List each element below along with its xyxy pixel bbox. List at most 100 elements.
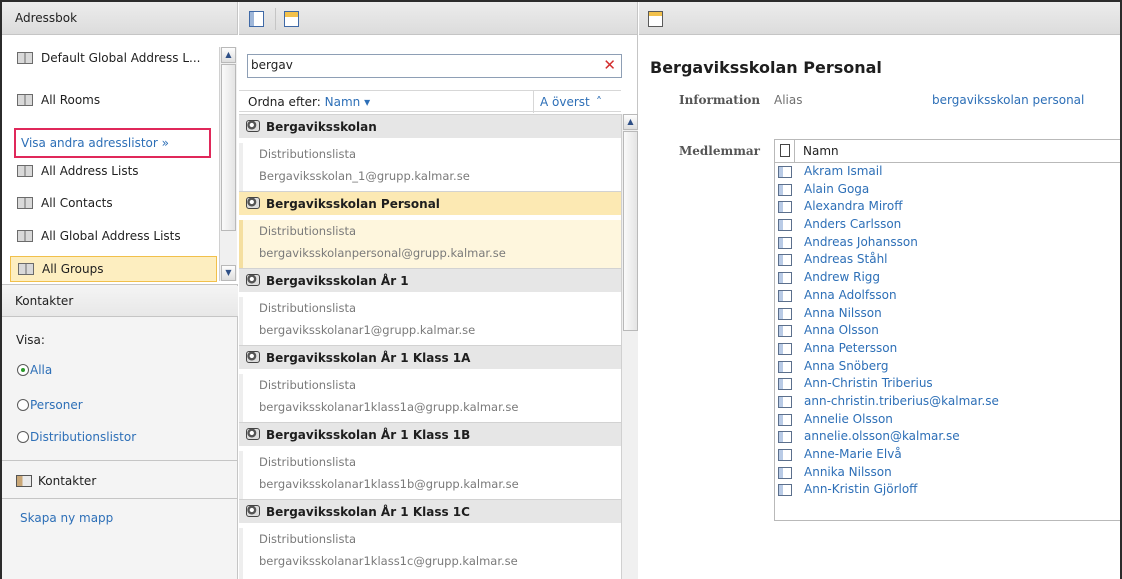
toolbar-divider: [275, 8, 276, 30]
list-item[interactable]: Bergaviksskolan År 1 Klass 1B Distributi…: [239, 422, 621, 504]
alias-label: Alias: [774, 93, 803, 107]
member-name[interactable]: Akram Ismail: [804, 163, 882, 181]
reading-pane-icon[interactable]: [249, 11, 264, 27]
sort-order-toggle[interactable]: A överst ˄: [533, 91, 621, 113]
member-name[interactable]: Anna Snöberg: [804, 358, 889, 376]
member-name[interactable]: Alexandra Miroff: [804, 198, 902, 216]
list-item-name: Bergaviksskolan År 1: [266, 274, 409, 288]
detail-pane: Bergaviksskolan Personal Information Ali…: [639, 2, 1120, 579]
results-scrollbar[interactable]: ▲: [621, 114, 638, 579]
list-item-type: Distributionslista: [259, 301, 357, 315]
table-row[interactable]: Anna Adolfsson: [775, 287, 1120, 305]
member-name[interactable]: ann-christin.triberius@kalmar.se: [804, 393, 999, 411]
table-row[interactable]: annelie.olsson@kalmar.se: [775, 428, 1120, 446]
table-row[interactable]: Ann-Christin Triberius: [775, 375, 1120, 393]
name-column-header[interactable]: Namn: [803, 140, 839, 162]
address-list-item-all-address-lists[interactable]: All Address Lists: [10, 159, 217, 185]
filter-all-radio[interactable]: Alla: [17, 361, 52, 379]
contacts-folder-label: Kontakter: [38, 474, 97, 488]
scroll-up-icon[interactable]: ▲: [221, 47, 236, 63]
member-name[interactable]: Ann-Kristin Gjörloff: [804, 481, 917, 499]
member-name[interactable]: Anna Nilsson: [804, 305, 882, 323]
list-item[interactable]: Bergaviksskolan År 1 Distributionslista b…: [239, 268, 621, 350]
address-book-header: Adressbok: [2, 2, 237, 35]
distribution-list-icon: [246, 197, 260, 209]
members-table: Namn Akram Ismail Alain Goga Alexandra Mir…: [774, 139, 1120, 521]
table-row[interactable]: Annika Nilsson: [775, 464, 1120, 482]
table-row[interactable]: Annelie Olsson: [775, 411, 1120, 429]
scroll-up-icon[interactable]: ▲: [623, 114, 638, 130]
address-list-item-all-contacts[interactable]: All Contacts: [10, 191, 217, 217]
member-name[interactable]: Annelie Olsson: [804, 411, 893, 429]
add-to-contacts-icon[interactable]: [648, 11, 663, 27]
table-row[interactable]: Anna Petersson: [775, 340, 1120, 358]
table-row[interactable]: Andrew Rigg: [775, 269, 1120, 287]
radio-unchecked-icon: [17, 431, 29, 443]
member-name[interactable]: Andrew Rigg: [804, 269, 880, 287]
table-row[interactable]: Anna Olsson: [775, 322, 1120, 340]
distribution-list-icon: [246, 428, 260, 440]
clear-search-icon[interactable]: ✕: [603, 56, 616, 74]
address-list-item-all-global-address-lists[interactable]: All Global Address Lists: [10, 224, 217, 250]
address-list-item-default-global[interactable]: Default Global Address L...: [10, 46, 217, 72]
divider: [2, 460, 238, 461]
contact-card-icon: [778, 466, 792, 479]
member-name[interactable]: Anna Petersson: [804, 340, 897, 358]
scroll-down-icon[interactable]: ▼: [221, 265, 236, 281]
sort-field-dropdown[interactable]: Namn ▾: [325, 95, 370, 109]
table-row[interactable]: Ann-Kristin Gjörloff: [775, 481, 1120, 499]
address-list-scrollbar[interactable]: ▲ ▼: [219, 47, 237, 281]
filter-persons-radio[interactable]: Personer: [17, 396, 83, 414]
table-row[interactable]: Anne-Marie Elvå: [775, 446, 1120, 464]
member-name[interactable]: Andreas Johansson: [804, 234, 918, 252]
show-other-address-lists-link[interactable]: Visa andra adresslistor »: [14, 128, 211, 158]
member-name[interactable]: Alain Goga: [804, 181, 869, 199]
address-list-label: All Address Lists: [41, 164, 139, 178]
address-list-label: Default Global Address L...: [41, 51, 201, 65]
table-row[interactable]: Anna Nilsson: [775, 305, 1120, 323]
member-name[interactable]: Anne-Marie Elvå: [804, 446, 902, 464]
member-name[interactable]: Ann-Christin Triberius: [804, 375, 933, 393]
document-icon: [780, 144, 790, 157]
filter-distribution-lists-radio[interactable]: Distributionslistor: [17, 428, 136, 446]
member-name[interactable]: Annika Nilsson: [804, 464, 892, 482]
distribution-list-icon: [246, 120, 260, 132]
table-row[interactable]: Andreas Ståhl: [775, 251, 1120, 269]
member-name[interactable]: Andreas Ståhl: [804, 251, 888, 269]
list-item[interactable]: Bergaviksskolan År 1 Klass 1C Distributi…: [239, 499, 621, 579]
table-row[interactable]: Anna Snöberg: [775, 358, 1120, 376]
member-name[interactable]: annelie.olsson@kalmar.se: [804, 428, 960, 446]
table-row[interactable]: ann-christin.triberius@kalmar.se: [775, 393, 1120, 411]
scrollbar-thumb[interactable]: [623, 131, 638, 331]
list-item[interactable]: Bergaviksskolan Distributionslista Bergav…: [239, 114, 621, 196]
list-toolbar: [239, 2, 637, 35]
member-name[interactable]: Anders Carlsson: [804, 216, 901, 234]
table-row[interactable]: Andreas Johansson: [775, 234, 1120, 252]
list-item-email: bergaviksskolanar1klass1a@grupp.kalmar.s…: [259, 400, 519, 414]
member-name[interactable]: Anna Adolfsson: [804, 287, 897, 305]
contacts-header: Kontakter: [2, 286, 238, 317]
type-column-header[interactable]: [775, 140, 795, 162]
detail-toolbar: [639, 2, 1120, 35]
list-item-name: Bergaviksskolan År 1 Klass 1C: [266, 505, 470, 519]
list-item-name: Bergaviksskolan År 1 Klass 1B: [266, 428, 471, 442]
create-new-folder-link[interactable]: Skapa ny mapp: [20, 511, 113, 525]
table-row[interactable]: Alain Goga: [775, 181, 1120, 199]
list-item-selected[interactable]: Bergaviksskolan Personal Distributionsli…: [239, 191, 621, 273]
members-list: Akram Ismail Alain Goga Alexandra Miroff An…: [775, 163, 1120, 499]
radio-checked-icon: [17, 364, 29, 376]
address-list-item-all-rooms[interactable]: All Rooms: [10, 88, 217, 114]
contact-card-icon: [778, 449, 792, 461]
table-row[interactable]: Anders Carlsson: [775, 216, 1120, 234]
search-input[interactable]: bergav ✕: [247, 54, 622, 78]
contacts-folder[interactable]: Kontakter: [16, 469, 96, 493]
list-item[interactable]: Bergaviksskolan År 1 Klass 1A Distributi…: [239, 345, 621, 427]
address-list-item-all-groups[interactable]: All Groups: [10, 256, 217, 282]
table-row[interactable]: Alexandra Miroff: [775, 198, 1120, 216]
detail-title: Bergaviksskolan Personal: [650, 58, 882, 77]
new-contact-icon[interactable]: [284, 11, 299, 27]
scrollbar-thumb[interactable]: [221, 64, 236, 231]
address-book-icon: [17, 165, 33, 177]
member-name[interactable]: Anna Olsson: [804, 322, 879, 340]
table-row[interactable]: Akram Ismail: [775, 163, 1120, 181]
